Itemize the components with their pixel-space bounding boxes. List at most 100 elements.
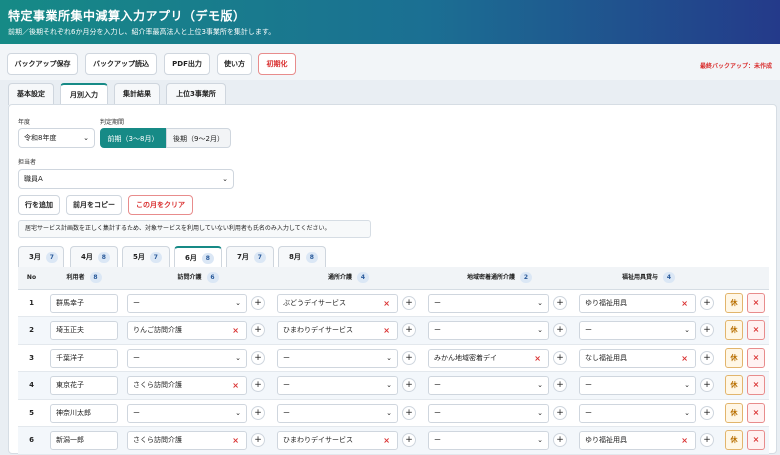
rest-button[interactable]: 休 [725,375,743,395]
visit-select[interactable]: さくら訪問介護 × [127,431,247,450]
add-visit-button[interactable]: + [251,350,265,365]
welfare-value: ゆり福祉用具 [585,436,627,444]
local-select[interactable]: ー ⌄ [428,376,549,395]
welfare-select[interactable]: ー ⌄ [579,376,696,395]
delete-row-button[interactable]: × [747,375,765,395]
add-visit-button[interactable]: + [251,323,265,337]
rest-button[interactable]: 休 [725,292,743,313]
backup-load-button[interactable]: バックアップ読込 [85,53,157,75]
visit-select[interactable]: りんご訪問介護 × [127,321,247,340]
clear-icon[interactable]: × [383,432,390,449]
local-select[interactable]: ー ⌄ [428,293,549,313]
tab-top3[interactable]: 上位3事業所 [166,83,226,105]
visit-select[interactable]: ー ⌄ [127,403,247,423]
visit-select[interactable]: さくら訪問介護 × [127,376,247,395]
delete-row-button[interactable]: × [747,292,765,313]
add-local-button[interactable]: + [553,433,567,447]
tab-basic-settings[interactable]: 基本設定 [8,83,54,105]
local-select[interactable]: ー ⌄ [428,403,549,423]
add-visit-button[interactable]: + [251,433,265,447]
clear-icon[interactable]: × [534,350,541,367]
add-day-button[interactable]: + [402,433,416,447]
tab-summary[interactable]: 集計結果 [114,83,160,105]
add-welfare-button[interactable]: + [700,323,714,337]
clear-icon[interactable]: × [681,295,688,312]
clear-icon[interactable]: × [232,322,239,339]
clear-icon[interactable]: × [681,432,688,449]
tab-monthly-input[interactable]: 月別入力 [60,83,108,105]
add-local-button[interactable]: + [553,323,567,337]
local-select[interactable]: ー ⌄ [428,321,549,340]
welfare-select[interactable]: ー ⌄ [579,321,696,340]
user-name-input[interactable]: 東京花子 [50,376,118,395]
add-welfare-button[interactable]: + [700,295,714,310]
welfare-select[interactable]: ー ⌄ [579,403,696,423]
delete-row-button[interactable]: × [747,402,765,423]
user-name-input[interactable]: 千葉洋子 [50,348,118,368]
delete-row-button[interactable]: × [747,347,765,368]
user-name-input[interactable]: 新潟一郎 [50,431,118,450]
add-visit-button[interactable]: + [251,378,265,392]
year-select[interactable]: 令和8年度 ⌄ [18,128,95,148]
tab-month-7[interactable]: 7月 7 [226,246,274,268]
user-name-input[interactable]: 群馬幸子 [50,293,118,313]
tab-month-4[interactable]: 4月 8 [70,246,118,268]
clear-icon[interactable]: × [232,377,239,394]
add-welfare-button[interactable]: + [700,405,714,420]
welfare-select[interactable]: ゆり福祉用具 × [579,431,696,450]
reset-button[interactable]: 初期化 [258,53,296,75]
add-visit-button[interactable]: + [251,295,265,310]
backup-save-button[interactable]: バックアップ保存 [7,53,78,75]
add-welfare-button[interactable]: + [700,378,714,392]
rest-button[interactable]: 休 [725,402,743,423]
add-day-button[interactable]: + [402,350,416,365]
tab-month-5[interactable]: 5月 7 [122,246,170,268]
tab-month-3[interactable]: 3月 7 [18,246,64,268]
welfare-cell: ゆり福祉用具 × + [575,426,722,455]
add-welfare-button[interactable]: + [700,433,714,447]
welfare-select[interactable]: ゆり福祉用具 × [579,293,696,313]
day-select[interactable]: ー ⌄ [277,348,398,368]
clear-icon[interactable]: × [383,322,390,339]
day-select[interactable]: ー ⌄ [277,376,398,395]
tab-month-6[interactable]: 6月 8 [174,246,222,268]
clear-icon[interactable]: × [232,432,239,449]
user-name-input[interactable]: 埼玉正夫 [50,321,118,340]
delete-row-button[interactable]: × [747,430,765,450]
visit-select[interactable]: ー ⌄ [127,293,247,313]
clear-icon[interactable]: × [383,295,390,312]
clear-icon[interactable]: × [681,350,688,367]
add-day-button[interactable]: + [402,378,416,392]
day-select[interactable]: ぶどうデイサービス × [277,293,398,313]
day-select[interactable]: ひまわりデイサービス × [277,321,398,340]
tab-month-8[interactable]: 8月 8 [278,246,326,268]
rest-button[interactable]: 休 [725,320,743,340]
rest-button[interactable]: 休 [725,347,743,368]
add-visit-button[interactable]: + [251,405,265,420]
period-second-button[interactable]: 後期（9〜2月） [166,128,231,148]
local-select[interactable]: みかん地域密着デイ × [428,348,549,368]
local-select[interactable]: ー ⌄ [428,431,549,450]
add-local-button[interactable]: + [553,295,567,310]
add-day-button[interactable]: + [402,295,416,310]
clear-month-button[interactable]: この月をクリア [128,195,193,215]
day-select[interactable]: ひまわりデイサービス × [277,431,398,450]
visit-select[interactable]: ー ⌄ [127,348,247,368]
delete-row-button[interactable]: × [747,320,765,340]
add-day-button[interactable]: + [402,405,416,420]
day-select[interactable]: ー ⌄ [277,403,398,423]
howto-button[interactable]: 使い方 [217,53,252,75]
add-local-button[interactable]: + [553,350,567,365]
pdf-export-button[interactable]: PDF出力 [164,53,210,75]
user-name-input[interactable]: 神奈川太郎 [50,403,118,423]
staff-select[interactable]: 職員A ⌄ [18,169,234,189]
welfare-select[interactable]: なし福祉用具 × [579,348,696,368]
add-local-button[interactable]: + [553,378,567,392]
add-row-button[interactable]: 行を追加 [18,195,60,215]
add-day-button[interactable]: + [402,323,416,337]
add-local-button[interactable]: + [553,405,567,420]
rest-button[interactable]: 休 [725,430,743,450]
copy-prev-month-button[interactable]: 前月をコピー [66,195,122,215]
period-first-button[interactable]: 前期（3〜8月） [100,128,166,148]
add-welfare-button[interactable]: + [700,350,714,365]
